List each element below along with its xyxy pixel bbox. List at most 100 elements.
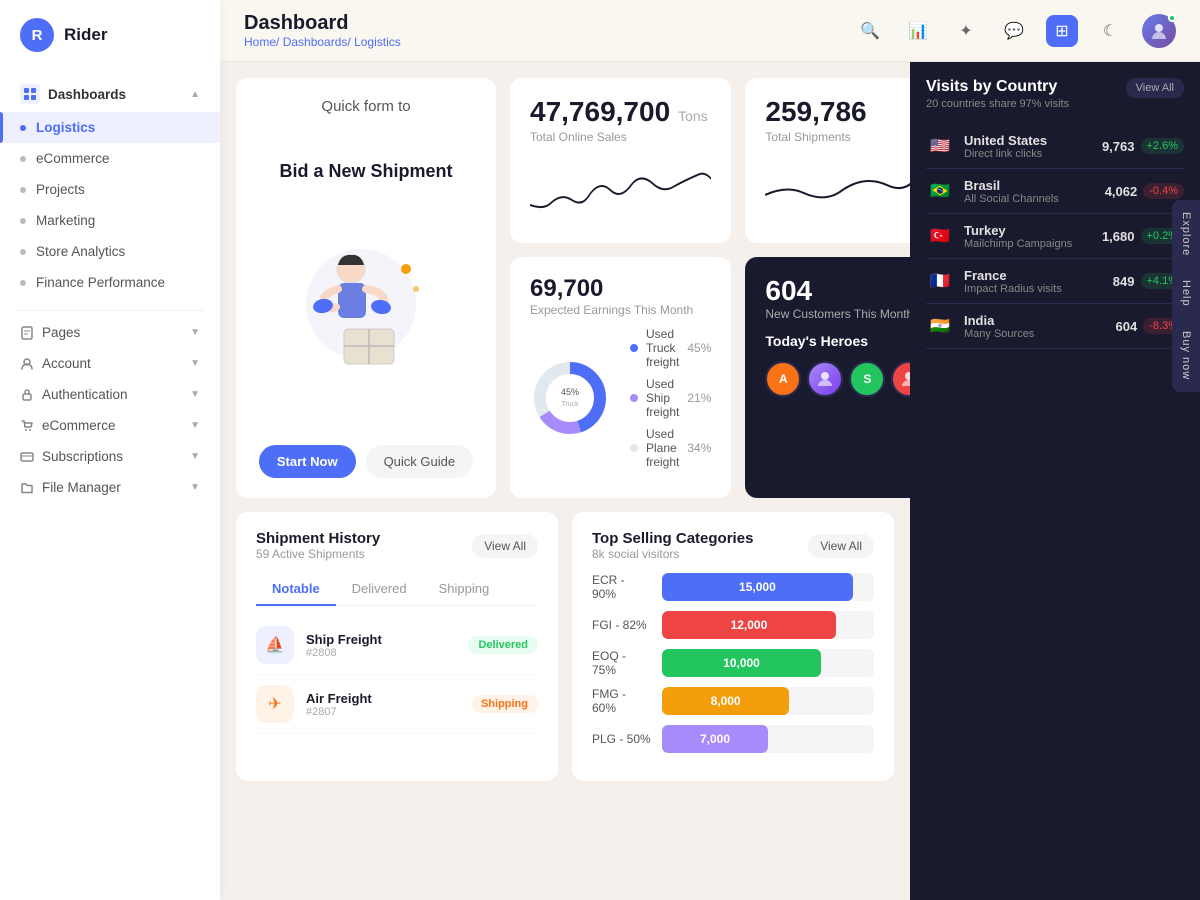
country-source-india: Many Sources — [964, 328, 1034, 340]
categories-subtitle: 8k social visitors — [592, 547, 753, 561]
authentication-chevron: ▼ — [190, 389, 200, 400]
sidebar-item-projects[interactable]: Projects — [0, 174, 220, 205]
country-source-brasil: All Social Channels — [964, 193, 1059, 205]
visits-subtitle: 20 countries share 97% visits — [926, 98, 1069, 110]
search-icon[interactable]: 🔍 — [854, 15, 886, 47]
bar-fill-plg: 7,000 — [662, 725, 768, 753]
tab-notable[interactable]: Notable — [256, 573, 336, 606]
ecommerce2-chevron: ▼ — [190, 420, 200, 431]
sidebar-item-file-manager[interactable]: File Manager ▼ — [0, 472, 220, 503]
customers-label: New Customers This Month — [765, 307, 910, 321]
heroes-card: 604 New Customers This Month Today's Her… — [745, 257, 910, 498]
earnings-value: 69,700 — [530, 275, 711, 303]
dot-icon — [20, 125, 26, 131]
bottom-row: Shipment History 59 Active Shipments Vie… — [236, 512, 894, 781]
categories-title: Top Selling Categories — [592, 530, 753, 547]
earnings-header: 69,700 Expected Earnings This Month — [530, 275, 711, 317]
shipment-history-header: Shipment History 59 Active Shipments Vie… — [256, 530, 538, 561]
total-sales-card: 47,769,700 Tons Total Online Sales — [510, 78, 731, 243]
bar-label-fmg: FMG - 60% — [592, 687, 652, 715]
sidebar-item-logistics[interactable]: Logistics — [0, 112, 220, 143]
header: Dashboard Home/ Dashboards/ Logistics 🔍 … — [220, 0, 1200, 62]
content-area: Quick form to Bid a New Shipment — [220, 62, 1200, 900]
bar-fill-eoq: 10,000 — [662, 649, 821, 677]
ship-status-2: Shipping — [471, 695, 538, 713]
country-source-us: Direct link clicks — [964, 148, 1047, 160]
bar-track-fgi: 12,000 — [662, 611, 874, 639]
visits-section: Visits by Country 20 countries share 97%… — [910, 62, 1200, 365]
chart-icon[interactable]: 📊 — [902, 15, 934, 47]
sidebar-item-finance-performance[interactable]: Finance Performance — [0, 267, 220, 298]
bar-label-ecr: ECR - 90% — [592, 573, 652, 601]
tab-delivered[interactable]: Delivered — [336, 573, 423, 606]
categories-view-all-button[interactable]: View All — [808, 534, 874, 558]
country-source-france: Impact Radius visits — [964, 283, 1062, 295]
explore-button[interactable]: Explore — [1172, 200, 1200, 268]
sidebar-item-label: eCommerce — [36, 151, 110, 166]
dot-icon — [20, 156, 26, 162]
logo-icon: R — [20, 18, 54, 52]
country-val-us: 9,763 — [1102, 139, 1135, 154]
earnings-card: 69,700 Expected Earnings This Month — [510, 257, 731, 498]
settings-icon[interactable]: ✦ — [950, 15, 982, 47]
bar-fill-fgi: 12,000 — [662, 611, 836, 639]
grid-icon[interactable]: ⊞ — [1046, 15, 1078, 47]
sidebar-item-label: Store Analytics — [36, 244, 125, 259]
ship-id-1: #2808 — [306, 647, 382, 659]
country-row-india: 🇮🇳 India Many Sources 604 -8.3% — [926, 304, 1184, 349]
message-icon[interactable]: 💬 — [998, 15, 1030, 47]
flag-france: 🇫🇷 — [926, 267, 954, 295]
dashboards-section: Dashboards ▲ Logistics eCommerce Project… — [0, 70, 220, 304]
pages-chevron: ▼ — [190, 327, 200, 338]
categories-bars: ECR - 90% 15,000 FGI - 82% 12,000 — [592, 573, 874, 753]
hero-avatar-4 — [891, 361, 910, 397]
sidebar-item-label: Marketing — [36, 213, 95, 228]
top-grid: Quick form to Bid a New Shipment — [236, 78, 894, 498]
sidebar-item-account[interactable]: Account ▼ — [0, 348, 220, 379]
ship-info-2: Air Freight #2807 — [306, 691, 372, 718]
sidebar-item-marketing[interactable]: Marketing — [0, 205, 220, 236]
dashboards-chevron: ▲ — [190, 89, 200, 100]
country-val-france: 849 — [1113, 274, 1135, 289]
theme-icon[interactable]: ☾ — [1094, 15, 1126, 47]
sidebar-item-store-analytics[interactable]: Store Analytics — [0, 236, 220, 267]
start-now-button[interactable]: Start Now — [259, 445, 356, 478]
categories-card: Top Selling Categories 8k social visitor… — [572, 512, 894, 781]
customers-area: 604 New Customers This Month — [765, 275, 910, 321]
customers-value: 604 — [765, 275, 910, 307]
country-list: 🇺🇸 United States Direct link clicks 9,76… — [926, 124, 1184, 349]
shipment-row-2: ✈ Air Freight #2807 Shipping — [256, 675, 538, 734]
country-info-us: United States Direct link clicks — [964, 133, 1047, 160]
country-name-brasil: Brasil — [964, 178, 1059, 193]
visits-view-all-button[interactable]: View All — [1126, 78, 1184, 98]
logo-area[interactable]: R Rider — [0, 0, 220, 70]
breadcrumb-dashboards: Dashboards/ — [283, 35, 351, 49]
dot-icon — [20, 280, 26, 286]
help-button[interactable]: Help — [1172, 268, 1200, 319]
sidebar-item-ecommerce2[interactable]: eCommerce ▼ — [0, 410, 220, 441]
bar-row-plg: PLG - 50% 7,000 — [592, 725, 874, 753]
truck-dot — [630, 344, 638, 352]
authentication-label: Authentication — [42, 387, 128, 402]
sidebar-item-authentication[interactable]: Authentication ▼ — [0, 379, 220, 410]
sidebar-item-ecommerce[interactable]: eCommerce — [0, 143, 220, 174]
right-panel-content: Visits by Country 20 countries share 97%… — [910, 62, 1200, 365]
shipment-view-all-button[interactable]: View All — [472, 534, 538, 558]
dashboards-group[interactable]: Dashboards ▲ — [0, 76, 220, 112]
shipment-row-1: ⛵ Ship Freight #2808 Delivered — [256, 616, 538, 675]
file-manager-chevron: ▼ — [190, 482, 200, 493]
country-row-france: 🇫🇷 France Impact Radius visits 849 +4.1% — [926, 259, 1184, 304]
bar-row-ecr: ECR - 90% 15,000 — [592, 573, 874, 601]
plane-label: Used Plane freight — [646, 427, 679, 469]
sidebar-item-pages[interactable]: Pages ▼ — [0, 317, 220, 348]
bar-track-fmg: 8,000 — [662, 687, 874, 715]
buy-now-button[interactable]: Buy now — [1172, 319, 1200, 392]
bar-label-eoq: EOQ - 75% — [592, 649, 652, 677]
tab-shipping[interactable]: Shipping — [423, 573, 506, 606]
promo-bold: Bid a New Shipment — [279, 161, 452, 182]
country-name-us: United States — [964, 133, 1047, 148]
quick-guide-button[interactable]: Quick Guide — [366, 445, 474, 478]
sidebar-item-subscriptions[interactable]: Subscriptions ▼ — [0, 441, 220, 472]
bar-row-fmg: FMG - 60% 8,000 — [592, 687, 874, 715]
avatar-container[interactable] — [1142, 14, 1176, 48]
